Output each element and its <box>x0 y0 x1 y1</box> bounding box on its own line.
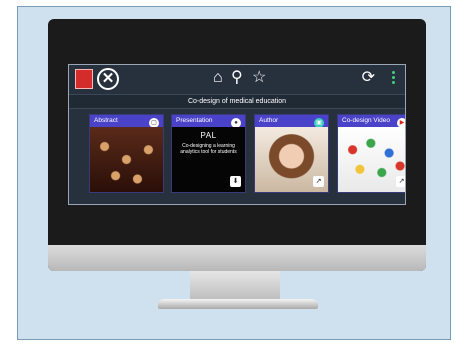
card-co-design-video[interactable]: Co-design Video ▶ ↗ <box>337 114 405 193</box>
card-label: Co-design Video <box>338 115 405 127</box>
typewriter-image <box>90 127 163 192</box>
page-title: Co-design of medical education <box>69 94 405 109</box>
card-author[interactable]: Author ▣ ↗ <box>254 114 329 193</box>
home-icon[interactable]: ⌂ <box>213 68 223 88</box>
monitor-stand <box>190 271 280 301</box>
monitor-chin <box>48 245 426 271</box>
monitor-screen: ✕ ⌂ ⚲ ☆ ⟳ Co-design of medical education… <box>48 19 426 271</box>
toolbar: ✕ ⌂ ⚲ ☆ ⟳ <box>69 65 405 91</box>
people-search-icon[interactable]: ⚲ <box>231 68 243 88</box>
brand-logo[interactable] <box>75 69 93 89</box>
open-link-icon[interactable]: ↗ <box>396 176 405 187</box>
slide-title: PAL <box>200 131 217 140</box>
card-abstract[interactable]: Abstract ▢ <box>89 114 164 193</box>
download-icon[interactable]: ⬇ <box>230 176 241 187</box>
star-icon[interactable]: ☆ <box>252 68 266 88</box>
close-button[interactable]: ✕ <box>97 68 119 90</box>
slide-text: Co-designing a learning analytics tool f… <box>180 143 237 155</box>
card-presentation[interactable]: Presentation ● PAL Co-designing a learni… <box>171 114 246 193</box>
monitor-base <box>158 299 318 309</box>
refresh-icon[interactable]: ⟳ <box>362 68 375 88</box>
more-options-icon[interactable] <box>392 71 396 85</box>
open-link-icon[interactable]: ↗ <box>313 176 324 187</box>
page-frame: ✕ ⌂ ⚲ ☆ ⟳ Co-design of medical education… <box>17 6 451 340</box>
app-window: ✕ ⌂ ⚲ ☆ ⟳ Co-design of medical education… <box>68 64 406 205</box>
